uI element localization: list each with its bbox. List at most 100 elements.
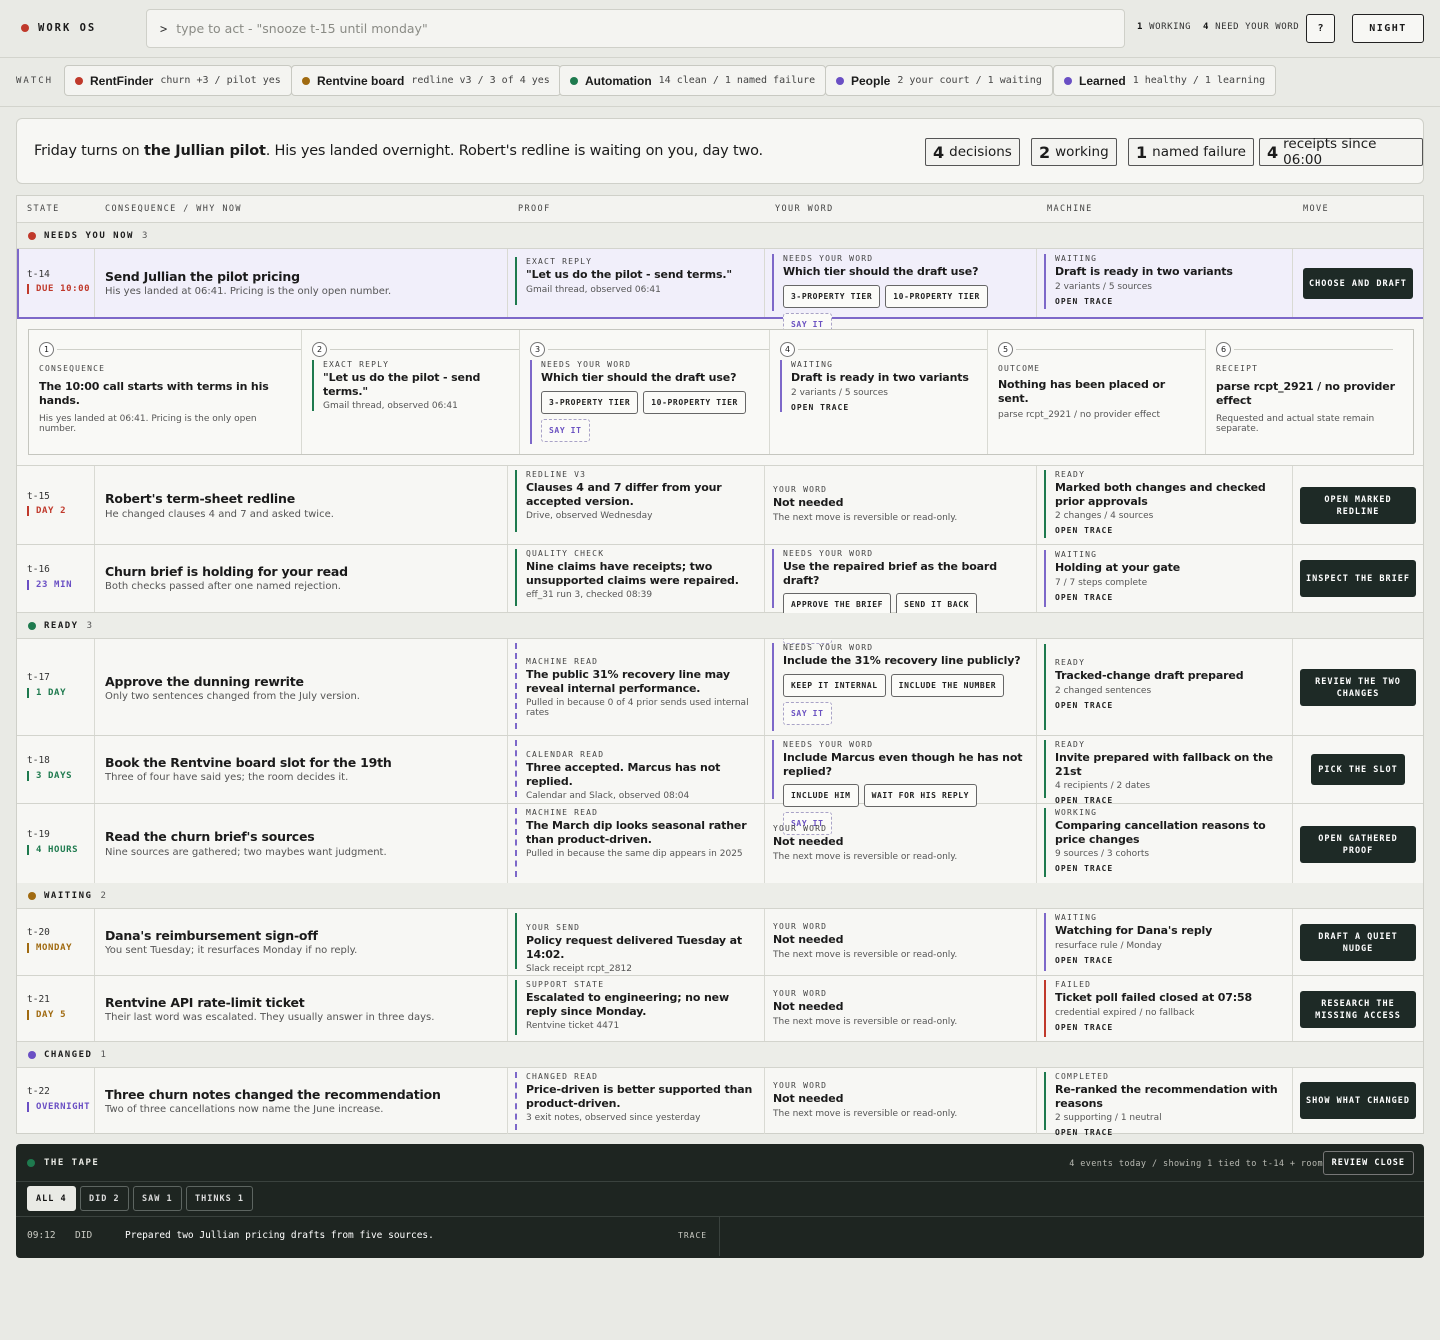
event-trace-link[interactable]: TRACE bbox=[678, 1231, 707, 1240]
watch-chip-learned[interactable]: Learned 1 healthy / 1 learning bbox=[1053, 65, 1277, 96]
table-row[interactable]: t-15 DAY 2 Robert's term-sheet redline He … bbox=[17, 465, 1423, 545]
open-trace-link[interactable]: OPEN TRACE bbox=[791, 403, 981, 412]
draft-a-quiet-nudge-button[interactable]: DRAFT A QUIET NUDGE bbox=[1300, 924, 1416, 961]
table-row[interactable]: t-17 1 DAY Approve the dunning rewrite Onl… bbox=[17, 639, 1423, 736]
col-proof: PROOF bbox=[518, 204, 551, 214]
open-trace-link[interactable]: OPEN TRACE bbox=[1055, 1023, 1286, 1032]
table-row[interactable]: t-16 23 MIN Churn brief is holding for yo… bbox=[17, 545, 1423, 644]
table-row[interactable]: t-19 4 HOURS Read the churn brief's sourc… bbox=[17, 804, 1423, 884]
option-button[interactable]: KEEP IT INTERNAL bbox=[783, 673, 886, 697]
command-placeholder: type to act - "snooze t-15 until monday" bbox=[176, 21, 428, 36]
t14-detail-panel: 1 CONSEQUENCE The 10:00 call starts with t… bbox=[28, 329, 1414, 455]
dot-icon bbox=[1064, 76, 1072, 85]
step-number: 2 bbox=[312, 342, 327, 357]
due-badge: MONDAY bbox=[27, 943, 72, 953]
due-badge: 3 DAYS bbox=[27, 771, 72, 781]
open-gathered-proof-button[interactable]: OPEN GATHERED PROOF bbox=[1300, 826, 1416, 863]
machine-head: Draft is ready in two variants bbox=[1055, 265, 1233, 278]
divider bbox=[16, 1181, 1424, 1182]
due-badge: DAY 2 bbox=[27, 506, 66, 516]
watch-chip-automation[interactable]: Automation 14 clean / 1 named failure bbox=[559, 65, 827, 96]
group-waiting[interactable]: WAITING 2 bbox=[17, 883, 1423, 909]
divider bbox=[0, 57, 1440, 58]
open-trace-link[interactable]: OPEN TRACE bbox=[1055, 297, 1286, 306]
col-machine: MACHINE bbox=[1047, 204, 1093, 214]
option-button[interactable]: 3-PROPERTY TIER bbox=[783, 284, 881, 308]
tape-tab-saw[interactable]: SAW 1 bbox=[133, 1186, 182, 1211]
pill-named-failure[interactable]: 1 named failure bbox=[1128, 138, 1254, 166]
need-word-count: 4 NEED YOUR WORD bbox=[1203, 22, 1300, 32]
divider bbox=[0, 106, 1440, 107]
table-row[interactable]: t-18 3 DAYS Book the Rentvine board slot … bbox=[17, 736, 1423, 835]
pill-receipts[interactable]: 4 receipts since 06:00 bbox=[1259, 136, 1423, 168]
group-changed[interactable]: CHANGED 1 bbox=[17, 1042, 1423, 1068]
table-row[interactable]: t-22 OVERNIGHT Three churn notes changed … bbox=[17, 1068, 1423, 1137]
open-trace-link[interactable]: OPEN TRACE bbox=[1055, 956, 1286, 965]
open-trace-link[interactable]: OPEN TRACE bbox=[1055, 593, 1286, 602]
say-it-button[interactable]: SAY IT bbox=[541, 418, 590, 442]
show-what-changed-button[interactable]: SHOW WHAT CHANGED bbox=[1300, 1082, 1416, 1119]
watch-chip-rentfinder[interactable]: RentFinder churn +3 / pilot yes bbox=[64, 65, 292, 96]
divider bbox=[719, 1216, 720, 1256]
detail-step: 4 WAITING Draft is ready in two variants 2 … bbox=[770, 330, 988, 454]
night-mode-button[interactable]: NIGHT bbox=[1352, 14, 1424, 43]
research-the-missing-access-button[interactable]: RESEARCH THE MISSING ACCESS bbox=[1300, 991, 1416, 1028]
machine-label: WAITING bbox=[1055, 254, 1098, 263]
table-row[interactable]: t-21 DAY 5 Rentvine API rate-limit ticket… bbox=[17, 976, 1423, 1042]
machine-sub: 2 variants / 5 sources bbox=[1055, 281, 1152, 292]
tape-title: THE TAPE bbox=[27, 1158, 99, 1168]
review-the-two-changes-button[interactable]: REVIEW THE TWO CHANGES bbox=[1300, 669, 1416, 706]
dot-icon bbox=[28, 621, 36, 630]
tape-tab-all[interactable]: ALL 4 bbox=[27, 1186, 76, 1211]
command-input[interactable]: > type to act - "snooze t-15 until monda… bbox=[146, 9, 1125, 48]
step-number: 4 bbox=[780, 342, 795, 357]
col-consequence: CONSEQUENCE / WHY NOW bbox=[105, 204, 242, 214]
dot-icon bbox=[27, 1159, 35, 1167]
app-name: WORK OS bbox=[38, 22, 97, 34]
detail-step: 1 CONSEQUENCE The 10:00 call starts with t… bbox=[29, 330, 302, 454]
say-it-button[interactable]: SAY IT bbox=[783, 701, 832, 725]
watch-chip-rentvine-board[interactable]: Rentvine board redline v3 / 3 of 4 yes bbox=[291, 65, 561, 96]
dot-icon bbox=[302, 76, 310, 85]
table-row[interactable]: t-14 DUE 10:00 Send Jullian the pilot pri… bbox=[17, 249, 1423, 336]
pill-working[interactable]: 2 working bbox=[1031, 138, 1117, 166]
due-badge: 23 MIN bbox=[27, 580, 72, 590]
due-badge: 1 DAY bbox=[27, 688, 66, 698]
open-trace-link[interactable]: OPEN TRACE bbox=[1055, 1128, 1286, 1137]
group-needs-you-now[interactable]: NEEDS YOU NOW 3 bbox=[17, 223, 1423, 249]
option-button[interactable]: 10-PROPERTY TIER bbox=[885, 284, 988, 308]
summary-text: Friday turns on the Jullian pilot. His y… bbox=[34, 143, 763, 159]
open-trace-link[interactable]: OPEN TRACE bbox=[1055, 526, 1286, 535]
pick-the-slot-button[interactable]: PICK THE SLOT bbox=[1311, 754, 1405, 785]
open-trace-link[interactable]: OPEN TRACE bbox=[1055, 701, 1286, 710]
choose-and-draft-button[interactable]: CHOOSE AND DRAFT bbox=[1303, 268, 1413, 299]
decision-table: STATE CONSEQUENCE / WHY NOW PROOF YOUR W… bbox=[16, 195, 1424, 1137]
detail-step: 6 RECEIPT parse rcpt_2921 / no provider ef… bbox=[1206, 330, 1413, 454]
open-trace-link[interactable]: OPEN TRACE bbox=[1055, 864, 1286, 873]
proof-head: "Let us do the pilot - send terms." bbox=[526, 268, 732, 281]
option-button[interactable]: INCLUDE THE NUMBER bbox=[890, 673, 1005, 697]
tape-tab-thinks[interactable]: THINKS 1 bbox=[186, 1186, 253, 1211]
help-button[interactable]: ? bbox=[1306, 14, 1335, 43]
event-kind: DID bbox=[75, 1230, 93, 1241]
col-state: STATE bbox=[27, 204, 60, 214]
top-bar: WORK OS > type to act - "snooze t-15 unt… bbox=[0, 0, 1440, 57]
open-marked-redline-button[interactable]: OPEN MARKED REDLINE bbox=[1300, 487, 1416, 524]
watch-chip-people[interactable]: People 2 your court / 1 waiting bbox=[825, 65, 1053, 96]
due-badge: 4 HOURS bbox=[27, 845, 78, 855]
step-number: 1 bbox=[39, 342, 54, 357]
tape-tab-did[interactable]: DID 2 bbox=[80, 1186, 129, 1211]
option-button[interactable]: 3-PROPERTY TIER bbox=[541, 390, 639, 414]
table-row[interactable]: t-20 MONDAY Dana's reimbursement sign-off… bbox=[17, 909, 1423, 976]
word-label: NEEDS YOUR WORD bbox=[783, 254, 874, 263]
option-button[interactable]: 10-PROPERTY TIER bbox=[643, 390, 746, 414]
review-close-button[interactable]: REVIEW CLOSE bbox=[1322, 1151, 1414, 1175]
step-number: 5 bbox=[998, 342, 1013, 357]
due-badge: DUE 10:00 bbox=[27, 284, 90, 294]
dot-icon bbox=[28, 891, 36, 900]
pill-decisions[interactable]: 4 decisions bbox=[925, 138, 1020, 166]
dot-icon bbox=[570, 76, 578, 85]
group-ready[interactable]: READY 3 bbox=[17, 613, 1423, 639]
inspect-the-brief-button[interactable]: INSPECT THE BRIEF bbox=[1300, 560, 1416, 597]
col-your-word: YOUR WORD bbox=[775, 204, 834, 214]
